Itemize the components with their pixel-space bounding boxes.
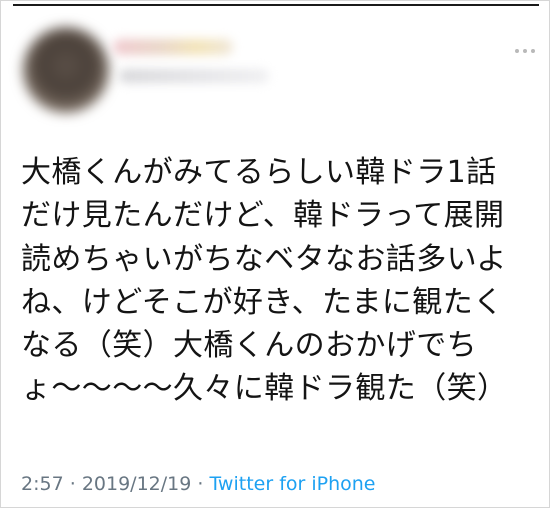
tweet-body: 大橋くんがみてるらしい韓ドラ1話 だけ見たんだけど、韓ドラって展開 読めちゃいが… bbox=[21, 155, 508, 407]
tweet-header bbox=[1, 1, 549, 131]
meta-separator: · bbox=[69, 473, 76, 495]
dot bbox=[523, 49, 527, 53]
meta-separator: · bbox=[197, 473, 204, 495]
tweet-date[interactable]: 2019/12/19 bbox=[82, 473, 192, 495]
dot bbox=[531, 49, 535, 53]
username-redacted[interactable] bbox=[119, 69, 269, 83]
avatar[interactable] bbox=[23, 27, 109, 113]
tweet-source-link[interactable]: Twitter for iPhone bbox=[209, 473, 375, 495]
more-options-icon[interactable] bbox=[515, 49, 535, 53]
tweet-card: 大橋くんがみてるらしい韓ドラ1話 だけ見たんだけど、韓ドラって展開 読めちゃいが… bbox=[0, 0, 550, 508]
display-name-redacted[interactable] bbox=[113, 39, 233, 55]
tweet-time[interactable]: 2:57 bbox=[21, 473, 64, 495]
dot bbox=[515, 49, 519, 53]
tweet-metadata: 2:57 · 2019/12/19 · Twitter for iPhone bbox=[21, 473, 376, 495]
